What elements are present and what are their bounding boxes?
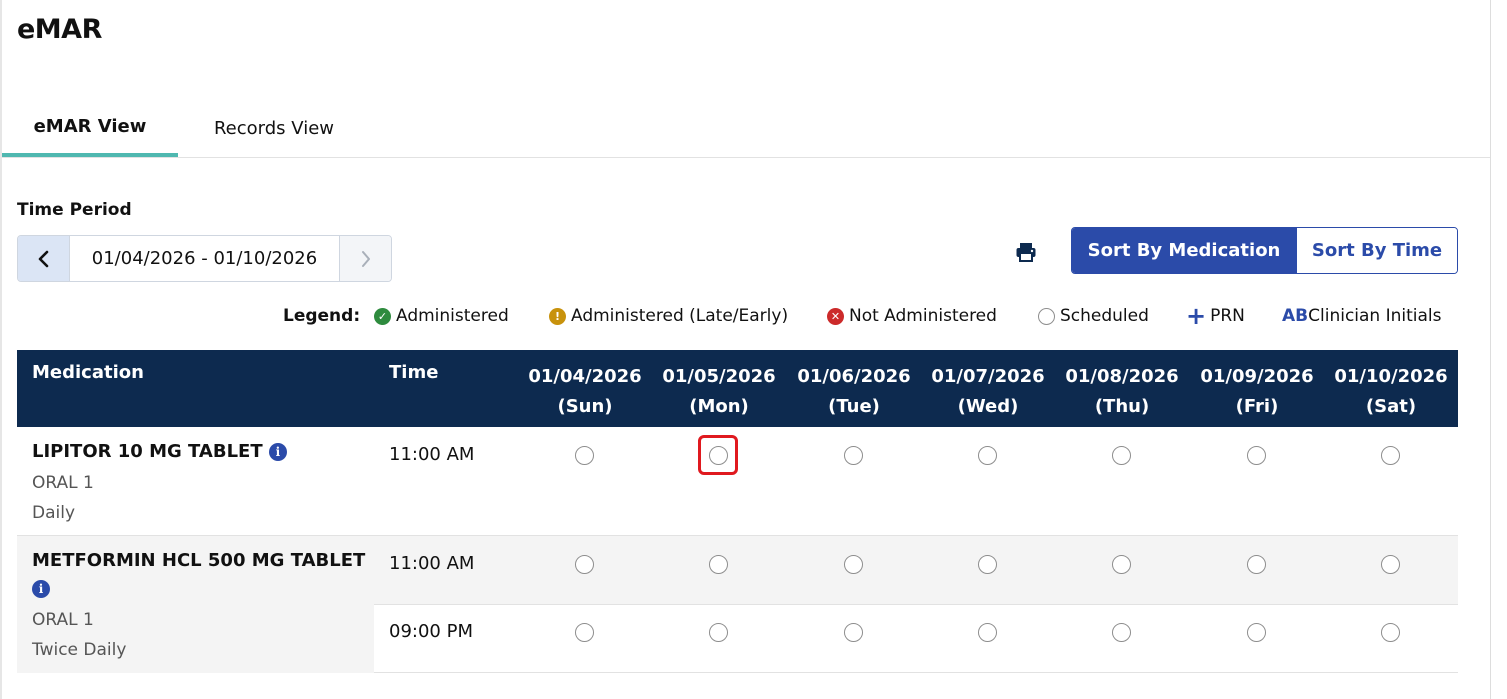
chevron-left-icon	[38, 250, 48, 267]
plus-icon: +	[1186, 302, 1207, 330]
check-circle-icon: ✓	[374, 307, 391, 325]
legend-scheduled: Scheduled	[1038, 304, 1149, 328]
legend-administered: ✓ Administered	[374, 304, 509, 328]
legend: Legend: ✓ Administered ! Administered (L…	[0, 304, 1507, 328]
info-icon[interactable]: i	[32, 580, 50, 598]
scheduled-dose-circle[interactable]	[709, 446, 728, 465]
header-date-value: 01/09/2026	[1200, 366, 1314, 387]
medication-route: ORAL 1	[32, 473, 94, 493]
header-day: (Thu)	[1094, 396, 1150, 417]
medication-name: LIPITOR 10 MG TABLET i	[32, 441, 287, 462]
table-header: Medication Time 01/04/2026 (Sun) 01/05/2…	[17, 350, 1458, 427]
legend-late-early: ! Administered (Late/Early)	[549, 304, 788, 328]
header-date-value: 01/06/2026	[797, 366, 911, 387]
header-date-value: 01/10/2026	[1334, 366, 1448, 387]
print-button[interactable]	[1012, 238, 1040, 266]
chevron-right-icon	[361, 250, 370, 267]
scheduled-dose-circle[interactable]	[978, 555, 997, 574]
scheduled-dose-circle[interactable]	[1112, 446, 1131, 465]
next-period-button[interactable]	[340, 236, 391, 281]
scheduled-dose-circle[interactable]	[709, 555, 728, 574]
header-date-value: 01/04/2026	[528, 366, 642, 387]
scheduled-dose-circle[interactable]	[709, 623, 728, 642]
time-period-range: 01/04/2026 - 01/10/2026	[70, 236, 340, 281]
scheduled-dose-circle[interactable]	[978, 623, 997, 642]
header-day: (Fri)	[1235, 396, 1279, 417]
legend-not-administered-label: Not Administered	[849, 306, 997, 326]
dose-time: 09:00 PM	[389, 621, 473, 642]
scheduled-dose-circle[interactable]	[844, 446, 863, 465]
sort-by-time-button[interactable]: Sort By Time	[1296, 228, 1457, 273]
table-row-lipitor: LIPITOR 10 MG TABLET i ORAL 1 Daily 11:0…	[17, 427, 1458, 536]
scheduled-dose-circle[interactable]	[1112, 623, 1131, 642]
page-title: eMAR	[17, 14, 102, 45]
header-date-value: 01/05/2026	[662, 366, 776, 387]
header-date-value: 01/07/2026	[931, 366, 1045, 387]
legend-initials-abbrev: AB	[1282, 306, 1309, 326]
legend-prn: + PRN	[1186, 304, 1245, 328]
scheduled-dose-circle[interactable]	[575, 446, 594, 465]
sort-toggle: Sort By Medication Sort By Time	[1071, 227, 1458, 274]
medication-route: ORAL 1	[32, 610, 94, 630]
dose-time: 11:00 AM	[389, 444, 475, 465]
header-day: (Tue)	[828, 396, 880, 417]
medication-name-text: LIPITOR 10 MG TABLET	[32, 441, 263, 462]
scheduled-dose-circle[interactable]	[1381, 623, 1400, 642]
tab-records-view[interactable]: Records View	[178, 100, 370, 157]
dose-time: 11:00 AM	[389, 553, 475, 574]
sort-by-medication-button[interactable]: Sort By Medication	[1072, 228, 1296, 273]
legend-not-administered: ✕ Not Administered	[827, 304, 997, 328]
scheduled-dose-circle[interactable]	[1247, 446, 1266, 465]
tab-bar: eMAR View Records View	[2, 100, 1490, 158]
empty-circle-icon	[1038, 307, 1055, 325]
header-day: (Wed)	[957, 396, 1019, 417]
medication-frequency: Daily	[32, 503, 76, 523]
scheduled-dose-circle[interactable]	[1381, 555, 1400, 574]
time-period-label: Time Period	[17, 200, 132, 220]
scheduled-dose-circle[interactable]	[575, 555, 594, 574]
right-border	[1490, 0, 1491, 699]
previous-period-button[interactable]	[18, 236, 70, 281]
scheduled-dose-circle[interactable]	[844, 623, 863, 642]
header-day: (Sun)	[557, 396, 613, 417]
scheduled-dose-circle[interactable]	[1247, 555, 1266, 574]
legend-scheduled-label: Scheduled	[1060, 306, 1149, 326]
legend-initials-label: Clinician Initials	[1308, 306, 1442, 326]
header-day: (Mon)	[689, 396, 749, 417]
tab-emar-view[interactable]: eMAR View	[2, 100, 178, 157]
scheduled-dose-circle[interactable]	[1112, 555, 1131, 574]
time-period-selector: 01/04/2026 - 01/10/2026	[17, 235, 392, 282]
legend-prn-label: PRN	[1210, 306, 1245, 326]
scheduled-dose-circle[interactable]	[1381, 446, 1400, 465]
scheduled-dose-circle[interactable]	[978, 446, 997, 465]
printer-icon	[1016, 243, 1036, 262]
scheduled-dose-circle[interactable]	[1247, 623, 1266, 642]
info-icon[interactable]: i	[268, 443, 287, 461]
legend-title: Legend:	[283, 306, 361, 326]
header-day: (Sat)	[1365, 396, 1417, 417]
header-date-value: 01/08/2026	[1065, 366, 1179, 387]
dose-row-evening	[374, 605, 1458, 673]
dose-row-morning	[374, 536, 1458, 605]
legend-late-early-label: Administered (Late/Early)	[571, 306, 789, 326]
x-circle-icon: ✕	[827, 307, 844, 325]
table-row-metformin: METFORMIN HCL 500 MG TABLET i ORAL 1 Twi…	[17, 536, 1458, 673]
scheduled-dose-circle[interactable]	[575, 623, 594, 642]
legend-initials: AB Clinician Initials	[1282, 304, 1442, 328]
scheduled-dose-circle[interactable]	[844, 555, 863, 574]
exclamation-circle-icon: !	[549, 307, 566, 325]
medication-name: METFORMIN HCL 500 MG TABLET	[32, 550, 366, 571]
legend-administered-label: Administered	[396, 306, 509, 326]
medication-frequency: Twice Daily	[32, 640, 127, 660]
